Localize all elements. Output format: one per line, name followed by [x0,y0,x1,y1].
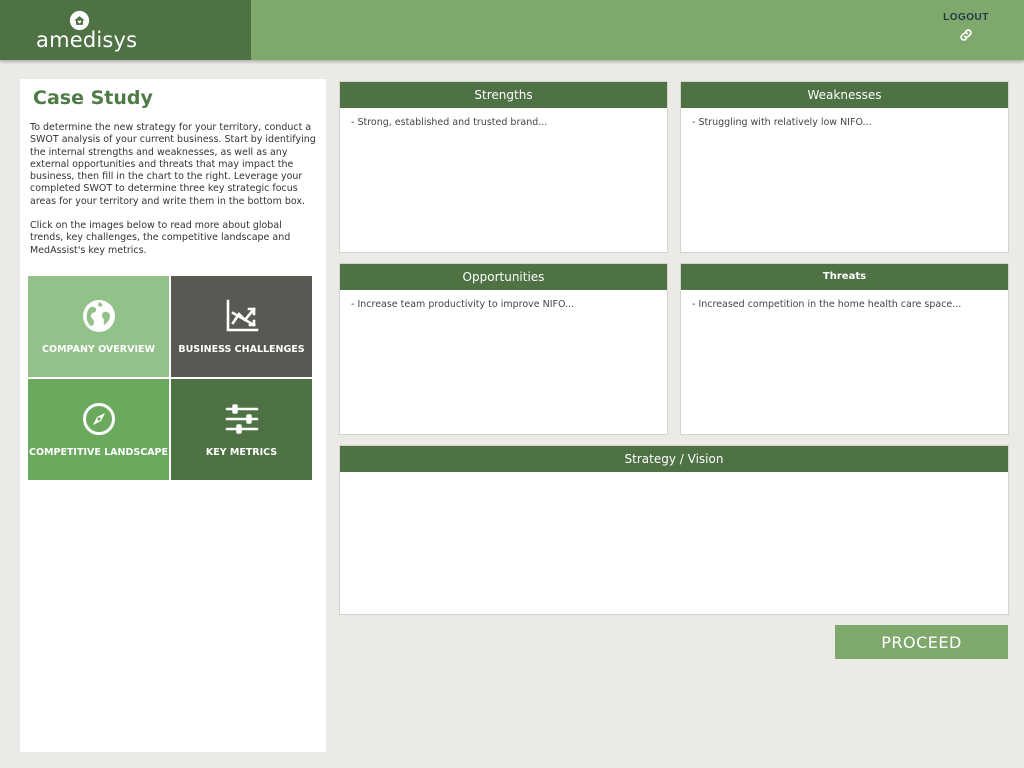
opportunities-header: Opportunities [340,264,667,290]
business-challenges-tile[interactable]: BUSINESS CHALLENGES [171,276,312,377]
link-icon [960,29,972,41]
opportunities-box: Opportunities - Increase team productivi… [339,263,668,435]
strengths-input[interactable]: - Strong, established and trusted brand.… [340,108,667,137]
strategy-vision-box: Strategy / Vision [339,445,1009,615]
threats-input[interactable]: - Increased competition in the home heal… [681,290,1008,319]
case-study-title: Case Study [33,87,153,109]
proceed-button[interactable]: PROCEED [835,625,1008,659]
sliders-icon [225,404,259,434]
brand-logo[interactable]: amedisys [0,0,251,60]
logo-text: amedisys [36,28,138,52]
globe-icon [83,300,115,332]
threats-box: Threats - Increased competition in the h… [680,263,1009,435]
weaknesses-box: Weaknesses - Struggling with relatively … [680,81,1009,253]
case-study-description: To determine the new strategy for your t… [30,122,316,269]
tile-label: COMPANY OVERVIEW [42,344,155,355]
weaknesses-header: Weaknesses [681,82,1008,108]
strengths-box: Strengths - Strong, established and trus… [339,81,668,253]
weaknesses-input[interactable]: - Struggling with relatively low NIFO... [681,108,1008,137]
chart-trend-icon [226,299,259,332]
case-study-paragraph: Click on the images below to read more a… [30,220,291,256]
key-metrics-tile[interactable]: KEY METRICS [171,379,312,480]
competitive-landscape-tile[interactable]: COMPETITIVE LANDSCAPE [28,379,169,480]
strategy-vision-header: Strategy / Vision [340,446,1008,472]
tile-label: BUSINESS CHALLENGES [178,344,305,355]
case-study-panel: Case Study To determine the new strategy… [20,79,326,752]
app-header: amedisys LOGOUT [0,0,1024,60]
threats-header: Threats [681,264,1008,290]
logout-button[interactable]: LOGOUT [940,12,992,43]
company-overview-tile[interactable]: COMPANY OVERVIEW [28,276,169,377]
strengths-header: Strengths [340,82,667,108]
case-study-paragraph: To determine the new strategy for your t… [30,122,316,207]
logout-label: LOGOUT [943,12,989,23]
opportunities-input[interactable]: - Increase team productivity to improve … [340,290,667,319]
compass-icon [83,403,115,435]
tile-label: COMPETITIVE LANDSCAPE [29,447,168,458]
tile-label: KEY METRICS [205,447,278,458]
strategy-vision-input[interactable] [340,472,1008,490]
